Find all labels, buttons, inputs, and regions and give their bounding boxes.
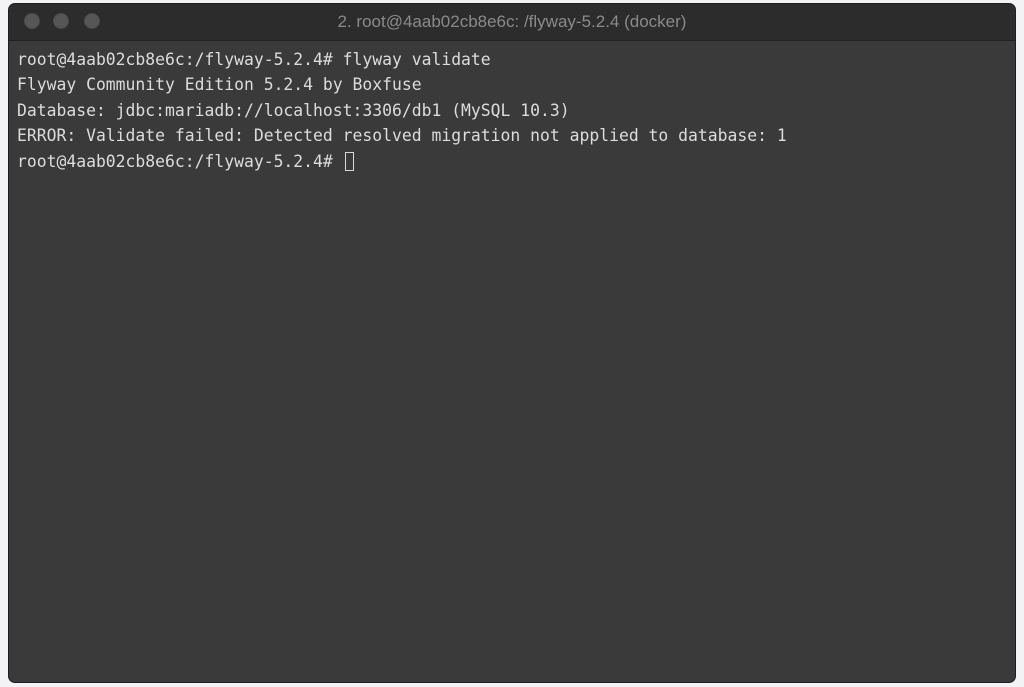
terminal-line: root@4aab02cb8e6c:/flyway-5.2.4# flyway …	[17, 50, 491, 69]
shell-prompt: root@4aab02cb8e6c:/flyway-5.2.4#	[17, 151, 343, 171]
prompt-line[interactable]: root@4aab02cb8e6c:/flyway-5.2.4#	[17, 149, 1007, 174]
window-title: 2. root@4aab02cb8e6c: /flyway-5.2.4 (doc…	[337, 12, 687, 31]
terminal-line: Flyway Community Edition 5.2.4 by Boxfus…	[17, 75, 422, 95]
terminal-line: ERROR: Validate failed: Detected resolve…	[17, 126, 787, 146]
terminal-window: 2. root@4aab02cb8e6c: /flyway-5.2.4 (doc…	[9, 4, 1015, 682]
terminal-line: Database: jdbc:mariadb://localhost:3306/…	[17, 100, 570, 120]
title-bar[interactable]: 2. root@4aab02cb8e6c: /flyway-5.2.4 (doc…	[9, 4, 1015, 41]
terminal-output[interactable]: root@4aab02cb8e6c:/flyway-5.2.4# flyway …	[17, 47, 1007, 674]
text-cursor	[344, 151, 354, 171]
